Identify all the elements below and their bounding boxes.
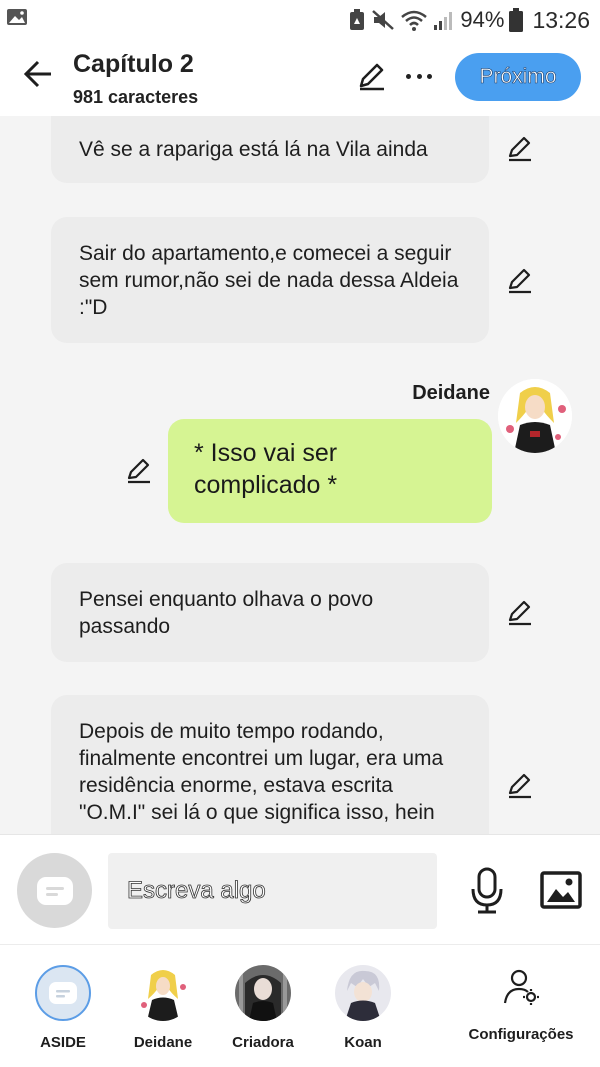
narration-text: Vê se a rapariga está lá na Vila ainda [79,138,428,161]
character-aside[interactable]: ASIDE [23,965,103,1051]
character-name: Deidane [133,1034,193,1051]
more-options-button[interactable] [402,60,436,92]
character-deidane[interactable]: Deidane [123,965,203,1051]
narration-text: Pensei enquanto olhava o povo passando [79,587,374,638]
narration-bubble[interactable]: Sair do apartamento,e comecei a seguir s… [51,217,489,343]
narration-text: Sair do apartamento,e comecei a seguir s… [79,241,459,319]
battery-percentage: 94% [460,7,505,32]
mute-icon [372,10,395,30]
speaker-name: Deidane [412,382,490,404]
header: Capítulo 2 981 caracteres Próximo [0,40,600,116]
character-bar: ASIDE Deidane Criadora Koan Configuraçõe… [0,944,600,1067]
edit-message-icon[interactable] [124,456,152,484]
character-portrait-icon [335,965,391,1021]
wifi-icon [401,10,428,31]
character-koan[interactable]: Koan [323,965,403,1051]
settings-label: Configurações [468,1026,574,1043]
character-count: 981 caracteres [73,87,199,107]
edit-message-icon[interactable] [505,266,533,294]
aside-bubble-icon [36,876,73,905]
edit-message-icon[interactable] [505,598,533,626]
character-portrait-icon [135,965,191,1021]
character-portrait-icon [498,379,572,453]
more-dot [427,73,432,79]
input-bar: Escreva algo [0,834,600,944]
speaker-avatar[interactable] [498,379,572,453]
character-name: Koan [344,1034,382,1051]
recycle-icon [350,9,365,30]
chat-area[interactable]: Vê se a rapariga está lá na Vila ainda S… [0,116,600,834]
koan-avatar [335,965,391,1021]
criadora-avatar [235,965,291,1021]
back-button[interactable] [18,54,58,94]
user-settings-icon [503,969,539,1005]
edit-message-icon[interactable] [505,134,533,162]
narration-bubble[interactable]: Vê se a rapariga está lá na Vila ainda [51,116,489,183]
edit-message-icon[interactable] [505,771,533,799]
aside-toggle-button[interactable] [17,853,92,928]
aside-avatar [35,965,91,1021]
aside-bubble-icon [49,982,77,1004]
status-bar: 94% 13:26 [0,0,600,40]
status-icons: 94% 13:26 [348,6,590,34]
input-placeholder: Escreva algo [127,877,267,905]
narration-bubble[interactable]: Pensei enquanto olhava o povo passando [51,563,489,662]
back-arrow-icon [23,60,51,88]
microphone-button[interactable] [468,867,506,915]
more-dot [406,73,411,79]
character-name: Criadora [232,1034,294,1051]
narration-bubble[interactable]: Depois de muito tempo rodando, finalment… [51,695,489,834]
more-dot [416,73,422,79]
character-name: ASIDE [40,1034,86,1051]
character-criadora[interactable]: Criadora [223,965,303,1051]
narration-text: Depois de muito tempo rodando, finalment… [79,720,444,824]
edit-title-button[interactable] [355,60,387,92]
chapter-title: Capítulo 2 [73,50,194,78]
signal-icon [434,12,453,30]
deidane-avatar [135,965,191,1021]
character-portrait-icon [235,965,291,1021]
settings-button[interactable]: Configurações [466,969,576,1043]
next-button[interactable]: Próximo [455,53,581,101]
image-upload-button[interactable] [540,871,582,909]
gallery-icon [7,9,27,25]
clock: 13:26 [532,6,590,33]
dialogue-bubble[interactable]: * Isso vai ser complicado * [168,419,492,523]
message-input[interactable]: Escreva algo [108,853,437,929]
battery-icon [509,8,524,32]
dialogue-text: * Isso vai ser complicado * [194,439,338,499]
